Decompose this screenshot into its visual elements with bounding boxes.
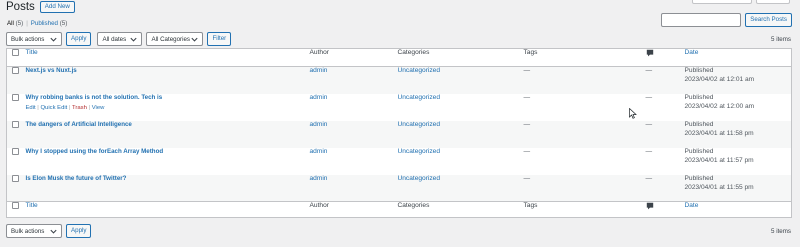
items-count: 5 items bbox=[771, 228, 791, 235]
chevron-down-icon bbox=[130, 37, 138, 42]
row-checkbox[interactable] bbox=[12, 147, 19, 155]
row-actions: Edit | Quick Edit | Trash | View bbox=[25, 104, 105, 111]
table-row: Next.js vs Nuxt.js admin Uncategorized —… bbox=[6, 66, 792, 94]
tags-cell: — bbox=[523, 174, 646, 202]
comments-cell: — bbox=[645, 93, 653, 101]
filter-published-link[interactable]: Published (5) bbox=[31, 20, 67, 27]
filter-button[interactable]: Filter bbox=[207, 32, 232, 46]
help-button[interactable] bbox=[756, 0, 790, 4]
row-checkbox[interactable] bbox=[12, 93, 19, 101]
apply-button[interactable]: Apply bbox=[66, 224, 92, 238]
column-categories-header: Categories bbox=[397, 48, 524, 67]
search-box: Search Posts bbox=[661, 13, 792, 27]
column-author-header: Author bbox=[309, 48, 398, 67]
filter-all-link[interactable]: All (5) bbox=[7, 20, 23, 27]
author-link[interactable]: admin bbox=[310, 121, 328, 128]
chevron-down-icon bbox=[50, 229, 57, 234]
post-title-link[interactable]: Is Elon Musk the future of Twitter? bbox=[26, 175, 127, 182]
status-filters: All (5) | Published (5) bbox=[7, 20, 68, 27]
tags-cell: — bbox=[523, 120, 646, 148]
bulk-actions-select[interactable]: Bulk actions bbox=[6, 32, 62, 46]
trash-link[interactable]: Trash bbox=[72, 105, 87, 111]
table-header-row: Title Author Categories Tags Date bbox=[6, 48, 792, 67]
chevron-down-icon bbox=[50, 37, 57, 42]
category-link[interactable]: Uncategorized bbox=[398, 175, 441, 182]
table-footer-row: Title Author Categories Tags Date bbox=[6, 201, 792, 218]
items-count: 5 items bbox=[771, 36, 791, 43]
row-checkbox[interactable] bbox=[12, 67, 19, 74]
post-title-link[interactable]: Why robbing banks is not the solution. T… bbox=[26, 94, 163, 101]
post-title-link[interactable]: Why I stopped using the forEach Array Me… bbox=[26, 148, 164, 155]
mouse-cursor-icon bbox=[629, 108, 637, 119]
column-title-sort[interactable]: Title bbox=[26, 49, 38, 56]
column-categories-header: Categories bbox=[397, 201, 524, 218]
date-status: Published bbox=[684, 120, 714, 128]
date-value: 2023/04/02 at 12:00 am bbox=[684, 102, 755, 110]
apply-button[interactable]: Apply bbox=[66, 32, 92, 46]
comments-cell: — bbox=[645, 147, 653, 155]
categories-select[interactable]: All Categories bbox=[146, 32, 204, 46]
column-title-sort[interactable]: Title bbox=[26, 202, 38, 209]
post-title-link[interactable]: Next.js vs Nuxt.js bbox=[26, 67, 77, 74]
author-link[interactable]: admin bbox=[310, 94, 328, 101]
category-link[interactable]: Uncategorized bbox=[398, 67, 441, 74]
tablenav-top: Bulk actions Apply All dates All Categor… bbox=[6, 32, 232, 46]
page-header: Posts Add New bbox=[6, 1, 75, 13]
chevron-down-icon bbox=[191, 37, 199, 42]
search-input[interactable] bbox=[661, 13, 742, 27]
comments-cell: — bbox=[645, 174, 685, 202]
screen-options-button[interactable] bbox=[692, 0, 752, 4]
edit-link[interactable]: Edit bbox=[26, 105, 36, 111]
comments-icon bbox=[646, 202, 653, 210]
author-link[interactable]: admin bbox=[310, 175, 328, 182]
date-value: 2023/04/01 at 11:57 pm bbox=[684, 156, 754, 164]
bulk-actions-select[interactable]: Bulk actions bbox=[6, 224, 62, 238]
date-status: Published bbox=[684, 147, 714, 155]
quick-edit-link[interactable]: Quick Edit bbox=[40, 105, 67, 111]
dates-select[interactable]: All dates bbox=[97, 32, 143, 46]
table-row: Why robbing banks is not the solution. T… bbox=[7, 93, 792, 121]
tags-cell: — bbox=[523, 93, 531, 101]
date-value: 2023/04/02 at 12:01 am bbox=[684, 76, 755, 83]
view-link[interactable]: View bbox=[92, 105, 105, 111]
add-new-button[interactable]: Add New bbox=[39, 1, 75, 13]
author-link[interactable]: admin bbox=[310, 67, 328, 74]
table-row: Is Elon Musk the future of Twitter? admi… bbox=[6, 174, 792, 202]
column-tags-header: Tags bbox=[523, 201, 646, 218]
table-row: The dangers of Artificial Intelligence a… bbox=[6, 120, 792, 148]
date-value: 2023/04/01 at 11:55 pm bbox=[684, 183, 754, 191]
search-posts-button[interactable]: Search Posts bbox=[745, 13, 792, 27]
column-tags-header: Tags bbox=[523, 48, 646, 67]
comments-icon bbox=[646, 49, 653, 57]
column-author-header: Author bbox=[309, 201, 398, 218]
select-all-checkbox[interactable] bbox=[12, 49, 19, 56]
comments-cell: — bbox=[645, 120, 685, 148]
page-title: Posts bbox=[6, 1, 35, 13]
table-row: Why I stopped using the forEach Array Me… bbox=[7, 147, 792, 175]
post-title-link[interactable]: The dangers of Artificial Intelligence bbox=[26, 121, 132, 128]
category-link[interactable]: Uncategorized bbox=[398, 148, 441, 155]
row-checkbox[interactable] bbox=[12, 174, 19, 182]
date-status: Published bbox=[684, 93, 714, 101]
author-link[interactable]: admin bbox=[310, 148, 328, 155]
date-status: Published bbox=[684, 67, 714, 74]
tags-cell: — bbox=[523, 147, 531, 155]
select-all-checkbox[interactable] bbox=[12, 202, 19, 209]
column-date-sort[interactable]: Date bbox=[685, 202, 699, 209]
tags-cell: — bbox=[523, 66, 646, 94]
date-value: 2023/04/01 at 11:58 pm bbox=[684, 129, 754, 137]
row-checkbox[interactable] bbox=[12, 120, 19, 128]
category-link[interactable]: Uncategorized bbox=[398, 94, 441, 101]
column-date-sort[interactable]: Date bbox=[685, 49, 699, 56]
comments-cell: — bbox=[645, 66, 685, 94]
posts-table: Title Author Categories Tags Date Next.j… bbox=[6, 48, 792, 218]
tablenav-bottom: Bulk actions Apply bbox=[6, 224, 92, 238]
category-link[interactable]: Uncategorized bbox=[398, 121, 441, 128]
date-status: Published bbox=[684, 174, 714, 182]
